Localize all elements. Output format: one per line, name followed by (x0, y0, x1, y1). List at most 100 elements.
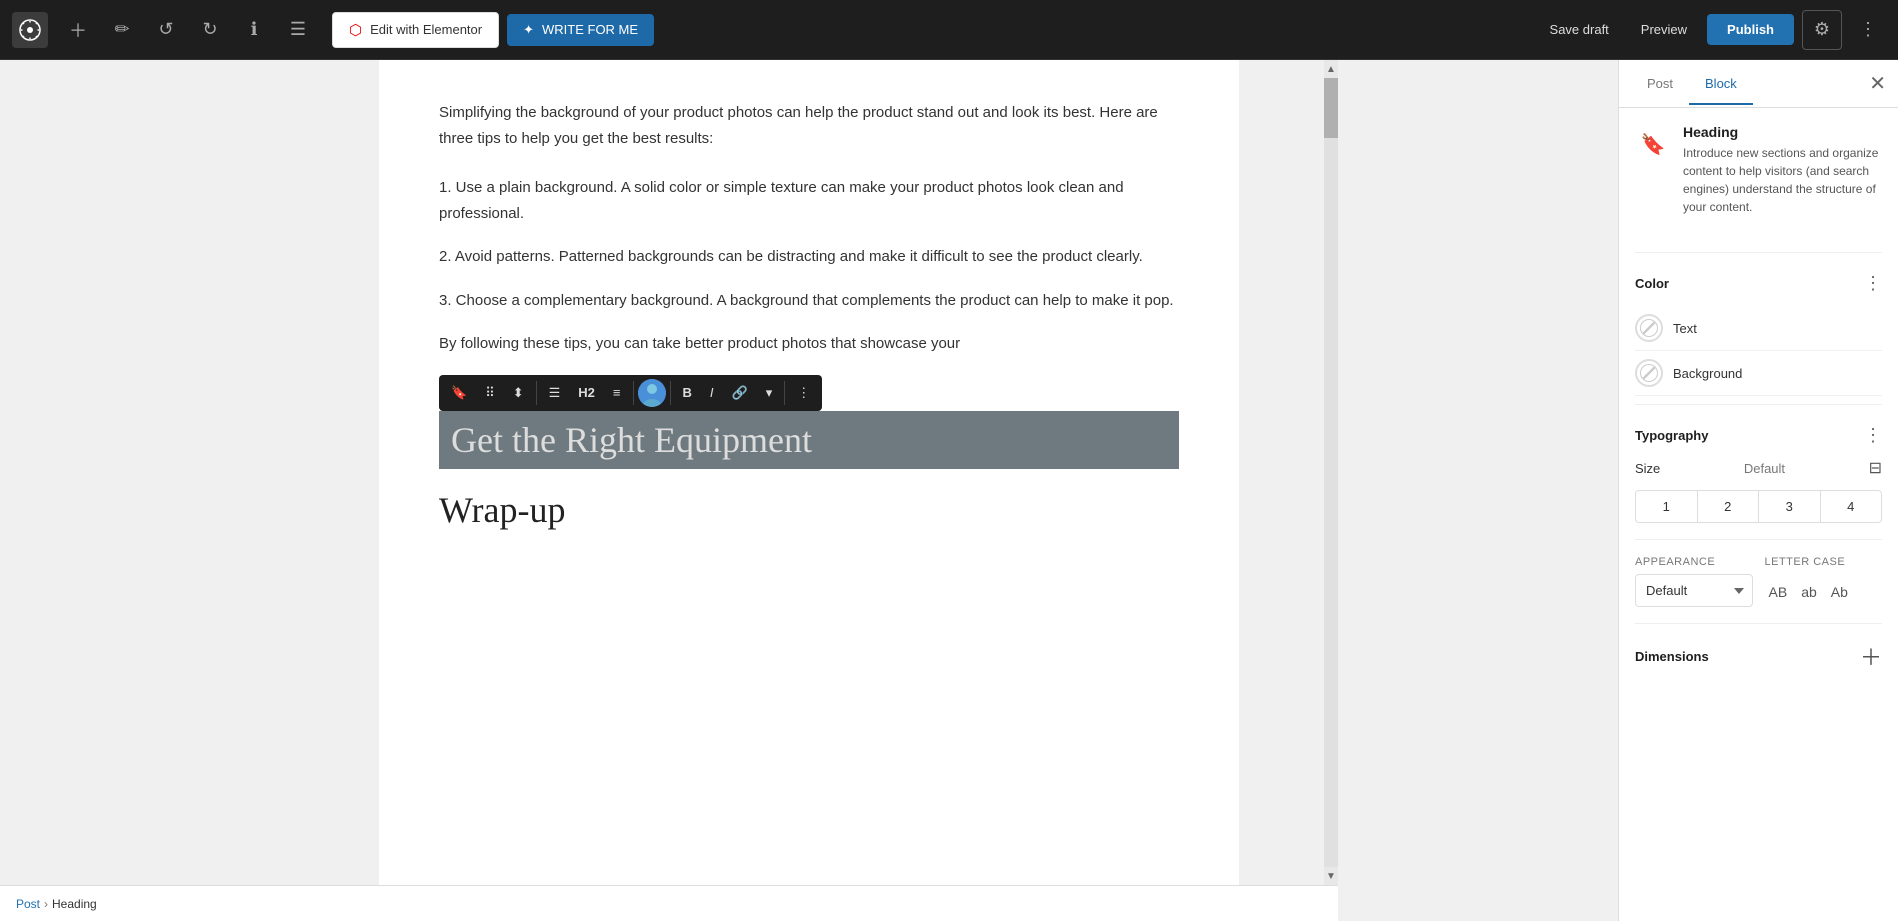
dimensions-section: Dimensions ＋ (1635, 623, 1882, 672)
size-btn-4[interactable]: 4 (1821, 491, 1882, 522)
wrap-up-heading[interactable]: Wrap-up (439, 489, 1179, 531)
toolbar-separator-1 (536, 381, 537, 405)
editor-content: Simplifying the background of your produ… (379, 60, 1239, 921)
dimensions-title: Dimensions (1635, 649, 1709, 664)
add-block-button[interactable]: ＋ (60, 12, 96, 48)
typography-section-header: Typography ⋮ (1635, 421, 1882, 446)
size-buttons-group: 1 2 3 4 (1635, 490, 1882, 523)
status-bar: Post › Heading (0, 885, 1338, 921)
tab-post[interactable]: Post (1631, 64, 1689, 105)
block-toolbar: 🔖 ⠿ ⬍ ☰ H2 ≡ B I 🔗 ▾ ⋮ (439, 375, 822, 411)
more-rich-text-btn[interactable]: ▾ (758, 379, 781, 407)
list-view-button[interactable]: ☰ (280, 12, 316, 48)
options-menu-btn[interactable]: ⋮ (789, 379, 818, 407)
heading-level-btn[interactable]: H2 (570, 379, 603, 406)
appearance-section: Appearance Default Letter case AB ab Ab (1635, 539, 1882, 607)
selected-heading-block[interactable]: Get the Right Equipment (439, 411, 1179, 469)
undo-button[interactable]: ↺ (148, 12, 184, 48)
write-for-me-button[interactable]: ✦ WRITE FOR ME (507, 14, 654, 46)
paragraph-following: By following these tips, you can take be… (439, 331, 1179, 357)
scroll-track[interactable] (1324, 78, 1338, 867)
size-btn-1[interactable]: 1 (1636, 491, 1698, 522)
background-color-label: Background (1673, 366, 1742, 381)
align-btn[interactable]: ☰ (541, 379, 569, 407)
toolbar-separator-3 (670, 381, 671, 405)
size-row: Size Default ⊟ (1635, 458, 1882, 478)
drag-handle-btn[interactable]: ⠿ (477, 379, 503, 407)
elementor-label: Edit with Elementor (370, 22, 482, 37)
redo-button[interactable]: ↻ (192, 12, 228, 48)
top-toolbar: ＋ ✏ ↺ ↻ ℹ ☰ ⬡ Edit with Elementor ✦ WRIT… (0, 0, 1898, 60)
appearance-select[interactable]: Default (1635, 574, 1753, 607)
bold-btn[interactable]: B (675, 379, 700, 406)
paragraph-tip1: 1. Use a plain background. A solid color… (439, 175, 1179, 226)
preview-button[interactable]: Preview (1629, 14, 1699, 45)
color-section-more-button[interactable]: ⋮ (1864, 273, 1882, 294)
paragraph-tip3: 3. Choose a complementary background. A … (439, 288, 1179, 314)
appearance-col: Appearance Default (1635, 556, 1753, 607)
options-button[interactable]: ⋮ (1850, 12, 1886, 48)
letter-case-label: Letter case (1765, 556, 1883, 568)
letter-case-col: Letter case AB ab Ab (1765, 556, 1883, 607)
scroll-up-button[interactable]: ▲ (1324, 60, 1338, 78)
panel-tabs: Post Block ✕ (1619, 60, 1898, 108)
breadcrumb-post-link[interactable]: Post (16, 897, 40, 911)
block-info-section: 🔖 Heading Introduce new sections and org… (1635, 124, 1882, 232)
wrap-up-heading-text: Wrap-up (439, 490, 566, 530)
block-title: Heading (1683, 124, 1882, 140)
move-up-down-btn[interactable]: ⬍ (505, 379, 532, 407)
vertical-scrollbar[interactable]: ▲ ▼ (1324, 60, 1338, 885)
save-draft-button[interactable]: Save draft (1538, 14, 1621, 45)
write-pen-icon: ✦ (523, 22, 534, 38)
editor-area[interactable]: Simplifying the background of your produ… (0, 60, 1618, 921)
info-button[interactable]: ℹ (236, 12, 272, 48)
italic-btn[interactable]: I (702, 379, 722, 406)
typography-title: Typography (1635, 428, 1708, 443)
panel-content: 🔖 Heading Introduce new sections and org… (1619, 108, 1898, 921)
avatar-icon (638, 379, 666, 407)
size-label: Size (1635, 461, 1660, 476)
elementor-button[interactable]: ⬡ Edit with Elementor (332, 12, 499, 48)
background-color-picker[interactable] (1635, 359, 1663, 387)
breadcrumb-separator: › (44, 897, 48, 911)
bookmark-toolbar-btn[interactable]: 🔖 (443, 379, 475, 407)
heading-block-icon: 🔖 (1635, 126, 1671, 162)
text-color-swatch (1640, 319, 1658, 337)
text-color-label: Text (1673, 321, 1697, 336)
letter-case-uppercase-button[interactable]: AB (1765, 580, 1792, 604)
text-align-btn[interactable]: ≡ (605, 379, 629, 406)
size-slider-button[interactable]: ⊟ (1869, 458, 1882, 478)
letter-case-capitalize-button[interactable]: Ab (1827, 580, 1852, 604)
link-btn[interactable]: 🔗 (724, 379, 756, 407)
dimensions-add-button[interactable]: ＋ (1860, 640, 1882, 672)
selected-heading-text: Get the Right Equipment (451, 420, 812, 460)
wp-logo-icon[interactable] (12, 12, 48, 48)
settings-button[interactable]: ⚙ (1802, 10, 1842, 50)
text-color-picker[interactable] (1635, 314, 1663, 342)
edit-icon-button[interactable]: ✏ (104, 12, 140, 48)
appearance-controls-row: Appearance Default Letter case AB ab Ab (1635, 556, 1882, 607)
right-panel: Post Block ✕ 🔖 Heading Introduce new sec… (1618, 60, 1898, 921)
dimensions-header: Dimensions ＋ (1635, 640, 1882, 672)
write-label: WRITE FOR ME (542, 22, 638, 37)
size-btn-2[interactable]: 2 (1698, 491, 1760, 522)
breadcrumb-current: Heading (52, 897, 97, 911)
panel-close-button[interactable]: ✕ (1869, 71, 1886, 96)
size-btn-3[interactable]: 3 (1759, 491, 1821, 522)
letter-case-buttons: AB ab Ab (1765, 580, 1883, 604)
scroll-down-button[interactable]: ▼ (1324, 867, 1338, 885)
color-section-title: Color (1635, 276, 1669, 291)
appearance-label: Appearance (1635, 556, 1753, 568)
paragraph-intro: Simplifying the background of your produ… (439, 100, 1179, 151)
main-layout: Simplifying the background of your produ… (0, 60, 1898, 921)
toolbar-separator-2 (633, 381, 634, 405)
block-description: Introduce new sections and organize cont… (1683, 144, 1882, 216)
scroll-thumb[interactable] (1324, 78, 1338, 138)
typography-more-button[interactable]: ⋮ (1864, 425, 1882, 446)
publish-button[interactable]: Publish (1707, 14, 1794, 45)
text-color-row: Text (1635, 306, 1882, 351)
block-info-text: Heading Introduce new sections and organ… (1683, 124, 1882, 216)
tab-block[interactable]: Block (1689, 64, 1753, 105)
letter-case-lowercase-button[interactable]: ab (1797, 580, 1821, 604)
background-color-row: Background (1635, 351, 1882, 396)
